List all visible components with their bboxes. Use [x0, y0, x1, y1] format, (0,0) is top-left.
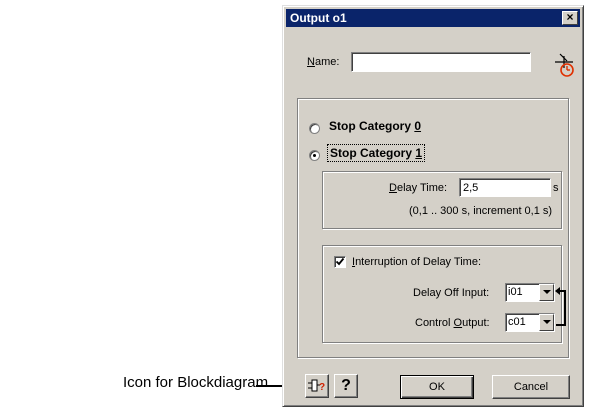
delay-time-group: Delay Time: s (0,1 .. 300 s, increment 0…	[322, 171, 562, 229]
interruption-group: Interruption of Delay Time: Delay Off In…	[322, 245, 562, 343]
interruption-checkbox[interactable]	[334, 256, 346, 268]
checkmark-icon	[335, 257, 345, 266]
interruption-label: Interruption of Delay Time:	[352, 256, 482, 268]
svg-text:?: ?	[319, 382, 325, 393]
timer-output-icon	[555, 53, 574, 77]
output-dialog: Output o1 × Name: Stop Category 0 Stop C…	[282, 5, 584, 407]
control-output-select[interactable]: c01	[505, 313, 555, 332]
delay-time-hint: (0,1 .. 300 s, increment 0,1 s)	[409, 205, 553, 217]
ok-button[interactable]: OK	[400, 375, 474, 399]
delay-time-unit: s	[553, 182, 559, 194]
callout-label: Icon for Blockdiagram	[123, 374, 269, 391]
name-label: Name:	[307, 56, 340, 68]
help-icon: ?	[341, 377, 351, 394]
close-button[interactable]: ×	[562, 11, 578, 25]
delay-time-input[interactable]	[459, 178, 551, 197]
delay-off-input-label: Delay Off Input:	[413, 287, 490, 299]
stop-category-0-label: Stop Category 0	[329, 119, 422, 133]
dialog-title: Output o1	[290, 11, 347, 25]
link-bracket-icon	[555, 287, 566, 326]
stop-category-group: Stop Category 0 Stop Category 1 Delay Ti…	[297, 98, 569, 358]
help-button[interactable]: ?	[334, 374, 358, 398]
blockdiagram-button[interactable]: ?	[305, 374, 329, 398]
name-input[interactable]	[351, 52, 531, 72]
chevron-down-icon[interactable]	[539, 284, 554, 301]
close-icon: ×	[566, 10, 574, 24]
stop-category-1-label: Stop Category 1	[327, 144, 426, 162]
stop-category-0-radio[interactable]	[309, 123, 320, 134]
control-output-label: Control Output:	[415, 317, 490, 329]
title-bar[interactable]: Output o1 ×	[286, 9, 580, 27]
chevron-down-icon[interactable]	[539, 314, 554, 331]
delay-off-input-select[interactable]: i01	[505, 283, 555, 302]
cancel-button[interactable]: Cancel	[492, 375, 570, 399]
delay-time-label: Delay Time:	[389, 182, 448, 194]
stop-category-1-radio[interactable]	[309, 150, 320, 161]
blockdiagram-icon: ?	[308, 379, 325, 393]
